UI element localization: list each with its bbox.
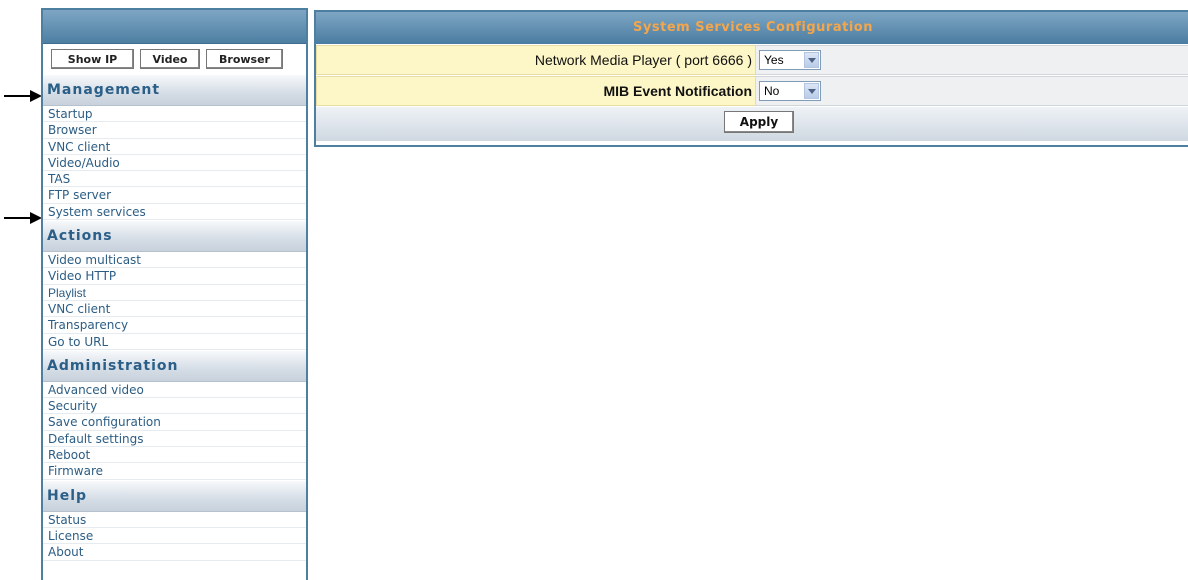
mib-event-notification-label: MIB Event Notification [316,76,756,106]
network-media-player-select[interactable]: Yes [759,50,821,70]
network-media-player-value-cell: Yes [756,45,1188,75]
sidebar-item-license[interactable]: License [43,528,306,545]
network-media-player-label: Network Media Player ( port 6666 ) [316,45,756,75]
sidebar-item-security[interactable]: Security [43,398,306,415]
sidebar-item-reboot[interactable]: Reboot [43,447,306,464]
sidebar-item-transparency[interactable]: Transparency [43,317,306,334]
chevron-down-icon[interactable] [804,52,819,68]
page-title: System Services Configuration [316,12,1188,44]
sidebar-item-go-to-url[interactable]: Go to URL [43,334,306,350]
browser-button[interactable]: Browser [206,49,283,69]
show-ip-button[interactable]: Show IP [51,49,134,69]
system-services-panel: System Services Configuration Network Me… [314,10,1188,147]
sidebar-item-status[interactable]: Status [43,512,306,528]
sidebar-item-about[interactable]: About [43,544,306,561]
annotation-arrow-system-services-icon [4,212,42,224]
sidebar-item-video-audio[interactable]: Video/Audio [43,155,306,172]
mib-event-notification-row: MIB Event Notification No [316,76,1188,106]
sidebar-item-ftp-server[interactable]: FTP server [43,187,306,204]
sidebar-item-video-multicast[interactable]: Video multicast [43,252,306,269]
sidebar-item-vnc-client[interactable]: VNC client [43,139,306,155]
apply-row: Apply [316,107,1188,141]
sidebar-item-startup[interactable]: Startup [43,106,306,123]
sidebar-button-bar: Show IP Video Browser [43,44,306,74]
apply-button[interactable]: Apply [724,111,794,133]
sidebar-item-browser[interactable]: Browser [43,122,306,139]
annotation-arrow-management-icon [4,90,42,102]
sidebar-item-tas[interactable]: TAS [43,171,306,188]
sidebar-item-system-services[interactable]: System services [43,204,306,221]
video-button[interactable]: Video [140,49,200,69]
section-heading-management: Management [43,74,306,106]
section-heading-help: Help [43,479,306,512]
chevron-down-icon[interactable] [804,83,819,99]
mib-event-notification-select[interactable]: No [759,81,821,101]
mib-event-notification-value-cell: No [756,76,1188,106]
sidebar-item-vnc-client-action[interactable]: VNC client [43,301,306,318]
sidebar-item-video-http[interactable]: Video HTTP [43,268,306,285]
mib-event-notification-selected-value: No [764,84,780,98]
sidebar-item-playlist[interactable]: Playlist [43,285,306,301]
network-media-player-selected-value: Yes [764,53,784,67]
sidebar-item-save-configuration[interactable]: Save configuration [43,414,306,431]
sidebar-top-bar [43,10,306,44]
sidebar-item-firmware[interactable]: Firmware [43,463,306,480]
section-heading-administration: Administration [43,349,306,382]
network-media-player-row: Network Media Player ( port 6666 ) Yes [316,45,1188,75]
sidebar-item-advanced-video[interactable]: Advanced video [43,382,306,399]
sidebar: Show IP Video Browser Management Startup… [41,8,308,580]
sidebar-item-default-settings[interactable]: Default settings [43,431,306,448]
section-heading-actions: Actions [43,220,306,253]
